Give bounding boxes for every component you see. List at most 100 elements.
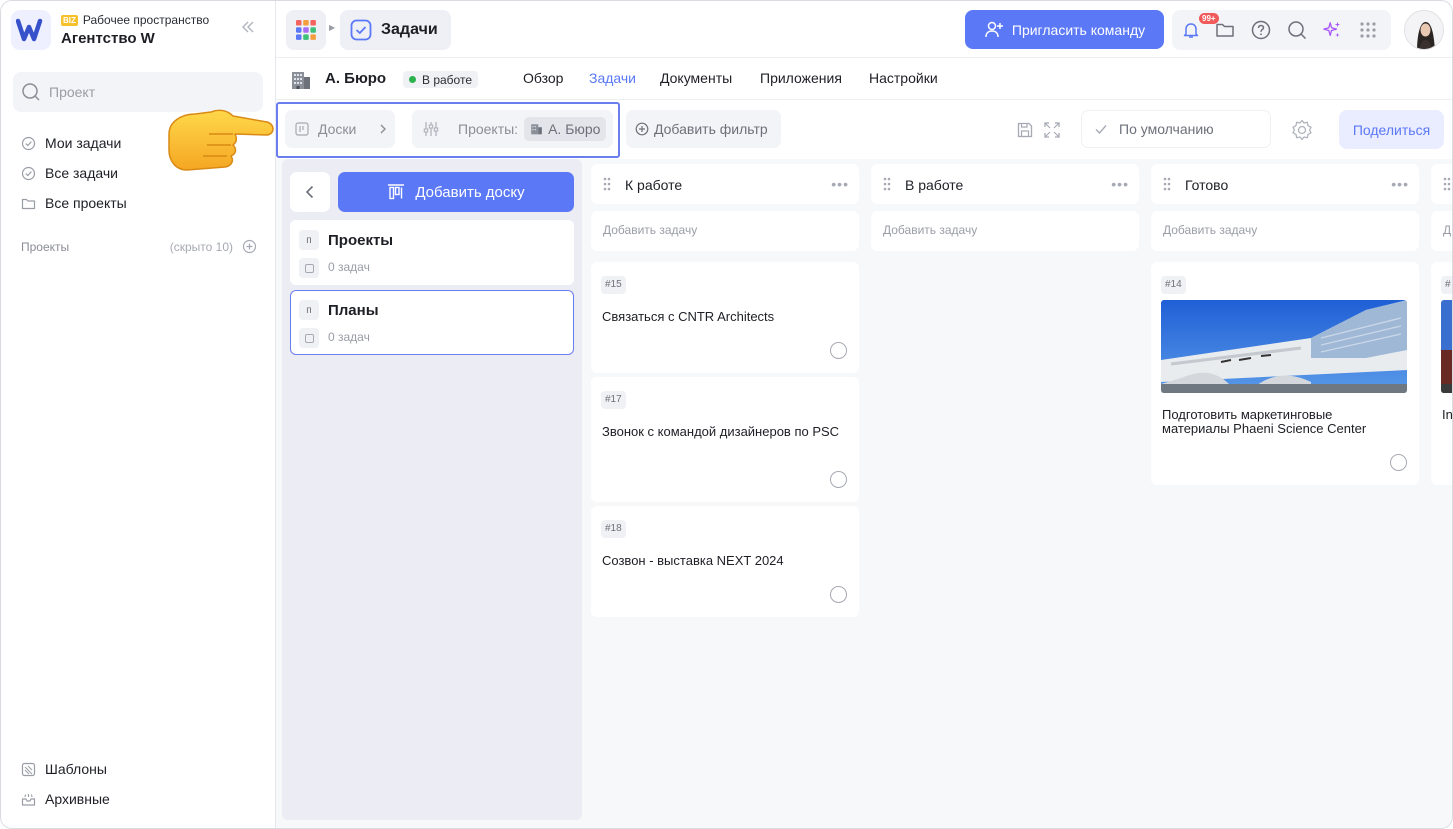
collapse-sidebar-icon[interactable] (241, 20, 255, 37)
board-letter-badge: п (299, 300, 319, 320)
task-cover-image (1161, 300, 1407, 393)
boards-panel: Добавить доску п Проекты 0 задач п Планы… (282, 159, 582, 820)
search-icon[interactable] (1287, 20, 1307, 40)
nav-all-tasks[interactable]: Все задачи (21, 161, 118, 185)
save-filter-icon[interactable] (1016, 121, 1034, 142)
office-building-icon (290, 70, 312, 93)
app-window: BIZ Рабочее пространство Агентство W Мои… (0, 0, 1453, 829)
task-title: Созвон - выставка NEXT 2024 (602, 553, 784, 568)
folder-icon (21, 198, 36, 209)
hidden-projects-toggle[interactable]: (скрыто 10) (170, 240, 233, 254)
drag-handle-icon[interactable] (883, 177, 891, 194)
complete-task-checkbox[interactable] (830, 342, 847, 359)
folder-icon[interactable] (1215, 20, 1235, 40)
workspace-name: Агентство W (61, 30, 155, 47)
plan-badge: BIZ (61, 14, 78, 26)
drag-handle-icon[interactable] (1163, 177, 1171, 194)
task-title: In (1442, 407, 1453, 422)
status-dot (409, 76, 416, 83)
nav-my-tasks[interactable]: Мои задачи (21, 131, 121, 155)
task-card[interactable]: #17 Звонок с командой дизайнеров по PSC (591, 377, 859, 502)
add-task-button[interactable]: Добавить задачу (591, 211, 859, 251)
more-options-icon[interactable]: ••• (1391, 176, 1409, 192)
board-letter-badge: п (299, 230, 319, 250)
more-options-icon[interactable]: ••• (1111, 176, 1129, 192)
add-circle-icon (635, 122, 649, 136)
column-done: Готово ••• Добавить задачу (1151, 164, 1419, 251)
nav-templates[interactable]: Шаблоны (21, 757, 107, 781)
task-number: #17 (601, 391, 626, 409)
task-card[interactable]: # In (1431, 262, 1453, 485)
add-board-button[interactable]: Добавить доску (338, 172, 574, 212)
column-header[interactable]: В работе ••• (871, 164, 1139, 204)
drag-handle-icon[interactable] (603, 177, 611, 194)
notifications-bell-icon[interactable] (1181, 20, 1201, 40)
tab-apps[interactable]: Приложения (760, 70, 842, 86)
board-add-icon (388, 184, 405, 200)
apps-menu-button[interactable] (286, 10, 326, 50)
apps-grid-icon (296, 20, 316, 40)
board-task-count: 0 задач (328, 330, 370, 344)
expand-icon[interactable] (1043, 121, 1061, 142)
complete-task-checkbox[interactable] (1390, 454, 1407, 471)
add-task-button[interactable]: Добавить задачу (871, 211, 1139, 251)
view-selector[interactable]: По умолчанию (1081, 110, 1271, 148)
column-partial: Д (1431, 164, 1452, 251)
view-settings-gear-icon[interactable] (1291, 119, 1313, 144)
user-avatar[interactable] (1404, 10, 1444, 50)
back-button[interactable] (290, 172, 330, 212)
task-count-icon (299, 328, 319, 348)
column-header[interactable] (1431, 164, 1452, 204)
invite-team-button[interactable]: Пригласить команду (965, 10, 1164, 49)
column-header[interactable]: Готово ••• (1151, 164, 1419, 204)
board-item-projects[interactable]: п Проекты 0 задач (290, 220, 574, 285)
pointing-hand-icon (163, 104, 275, 179)
add-user-icon (985, 21, 1003, 37)
templates-icon (21, 762, 36, 776)
check-icon (1095, 125, 1107, 135)
section-tasks-button[interactable]: Задачи (340, 10, 451, 50)
tab-settings[interactable]: Настройки (869, 70, 938, 86)
archive-icon (21, 793, 36, 806)
complete-task-checkbox[interactable] (830, 471, 847, 488)
help-icon[interactable] (1251, 20, 1271, 40)
drag-handle-icon[interactable] (1443, 177, 1451, 194)
project-search-input[interactable] (49, 84, 249, 100)
task-card[interactable]: #14 Подготовить маркетинговые материалы … (1151, 262, 1419, 485)
board-item-plans[interactable]: п Планы 0 задач (290, 290, 574, 355)
column-header[interactable]: К работе ••• (591, 164, 859, 204)
check-circle-icon (21, 136, 36, 150)
tab-documents[interactable]: Документы (660, 70, 732, 86)
tab-tasks[interactable]: Задачи (589, 70, 636, 86)
board-task-count: 0 задач (328, 260, 370, 274)
nav-all-projects[interactable]: Все проекты (21, 191, 127, 215)
more-apps-icon[interactable] (1358, 20, 1378, 40)
board-name: Планы (328, 302, 379, 319)
project-title: А. Бюро (325, 70, 387, 87)
add-task-button[interactable]: Добавить задачу (1151, 211, 1419, 251)
project-bar: А. Бюро В работе Обзор Задачи Документы … (276, 58, 1452, 100)
projects-section-title: Проекты (21, 240, 70, 254)
kanban-area: Добавить доску п Проекты 0 задач п Планы… (276, 159, 1453, 828)
task-card[interactable]: #18 Созвон - выставка NEXT 2024 (591, 506, 859, 617)
ai-sparkles-icon[interactable] (1322, 20, 1342, 40)
add-filter-button[interactable]: Добавить фильтр (626, 110, 781, 148)
share-button[interactable]: Поделиться (1339, 110, 1444, 149)
column-title: Готово (1185, 177, 1229, 193)
task-card[interactable]: #15 Связаться с CNTR Architects (591, 262, 859, 373)
task-count-icon (299, 258, 319, 278)
task-number: #14 (1161, 276, 1186, 294)
top-bar: ▶ Задачи Пригласить команду 99+ (276, 1, 1452, 58)
tab-overview[interactable]: Обзор (523, 70, 563, 86)
complete-task-checkbox[interactable] (830, 586, 847, 603)
workspace-switcher[interactable]: BIZ Рабочее пространство Агентство W (11, 10, 271, 50)
board-name: Проекты (328, 232, 394, 249)
more-options-icon[interactable]: ••• (831, 176, 849, 192)
column-to-do: К работе ••• Добавить задачу (591, 164, 859, 251)
task-title: Звонок с командой дизайнеров по PSC (602, 424, 840, 439)
add-task-button[interactable]: Д (1431, 211, 1452, 251)
add-project-icon[interactable] (242, 239, 257, 257)
project-status-badge[interactable]: В работе (403, 71, 479, 88)
filter-toolbar: Доски Проекты: А. Бюро Добавить фильтр П… (276, 101, 1452, 159)
nav-archived[interactable]: Архивные (21, 787, 110, 811)
